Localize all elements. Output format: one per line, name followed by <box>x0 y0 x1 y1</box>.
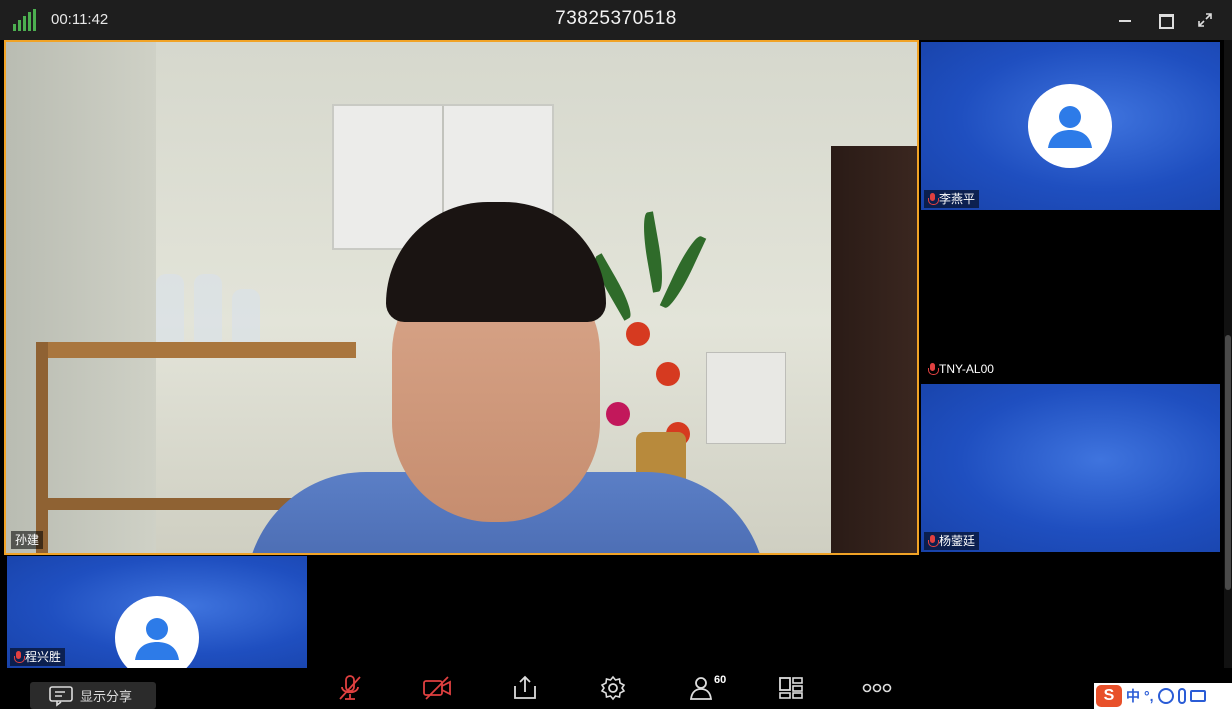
muted-mic-icon <box>14 651 25 663</box>
mute-button[interactable] <box>335 674 365 702</box>
minimize-button[interactable] <box>1115 10 1135 30</box>
fullscreen-icon <box>1198 13 1212 27</box>
ime-punctuation-toggle[interactable]: °, <box>1144 688 1154 704</box>
participant-tile[interactable]: 程兴胜 <box>7 556 307 668</box>
show-share-button[interactable]: 显示分享 <box>30 682 156 709</box>
share-screen-icon <box>49 685 73 707</box>
video-scene-door <box>831 146 917 553</box>
ime-mode-toggle[interactable]: 中 <box>1126 686 1140 706</box>
participant-tile[interactable]: 李燕平 <box>921 42 1220 210</box>
active-speaker-name: 孙建 <box>11 531 44 549</box>
show-share-label: 显示分享 <box>80 689 133 704</box>
keyboard-icon[interactable] <box>1189 690 1206 702</box>
user-icon <box>1048 106 1092 148</box>
participant-name: 杨蓥廷 <box>939 534 976 548</box>
stop-video-icon <box>423 676 451 700</box>
participant-count-badge: 60 <box>714 674 727 686</box>
mute-mic-icon <box>339 675 361 700</box>
user-icon <box>135 618 179 660</box>
participant-name-tag: 程兴胜 <box>10 648 66 666</box>
participant-name: TNY-AL00 <box>939 362 994 376</box>
layout-icon <box>779 677 803 699</box>
participant-name-tag: 李燕平 <box>924 190 980 208</box>
maximize-button[interactable] <box>1155 10 1175 30</box>
more-button[interactable] <box>862 674 892 702</box>
avatar <box>1028 84 1112 168</box>
settings-icon <box>600 675 626 701</box>
sogou-logo-icon[interactable]: S <box>1096 685 1122 707</box>
scrollbar-thumb[interactable] <box>1225 335 1231 590</box>
participant-name: 程兴胜 <box>25 650 62 664</box>
more-icon <box>862 683 892 693</box>
share-button[interactable] <box>510 674 540 702</box>
muted-mic-icon <box>928 363 939 375</box>
meeting-id: 73825370518 <box>555 8 677 29</box>
share-icon <box>514 675 536 699</box>
participant-name-tag: TNY-AL00 <box>924 360 998 378</box>
ime-toolbar[interactable]: S 中 °, <box>1094 683 1232 709</box>
active-speaker-video[interactable]: 孙建 <box>4 40 919 555</box>
stop-video-button[interactable] <box>422 674 452 702</box>
settings-button[interactable] <box>598 674 628 702</box>
participant-name-tag: 杨蓥廷 <box>924 532 980 550</box>
speaker-person <box>246 202 766 553</box>
voice-input-icon[interactable] <box>1177 688 1186 704</box>
avatar <box>115 596 199 668</box>
participant-name: 李燕平 <box>939 192 976 206</box>
muted-mic-icon <box>928 535 939 547</box>
emoji-icon[interactable] <box>1157 688 1174 704</box>
title-bar: 00:11:42 73825370518 <box>0 0 1232 40</box>
layout-button[interactable] <box>776 674 806 702</box>
muted-mic-icon <box>928 193 939 205</box>
participant-tile[interactable]: TNY-AL00 <box>921 212 1220 380</box>
participant-tile[interactable]: 杨蓥廷 <box>921 384 1220 552</box>
fullscreen-button[interactable] <box>1195 10 1215 30</box>
